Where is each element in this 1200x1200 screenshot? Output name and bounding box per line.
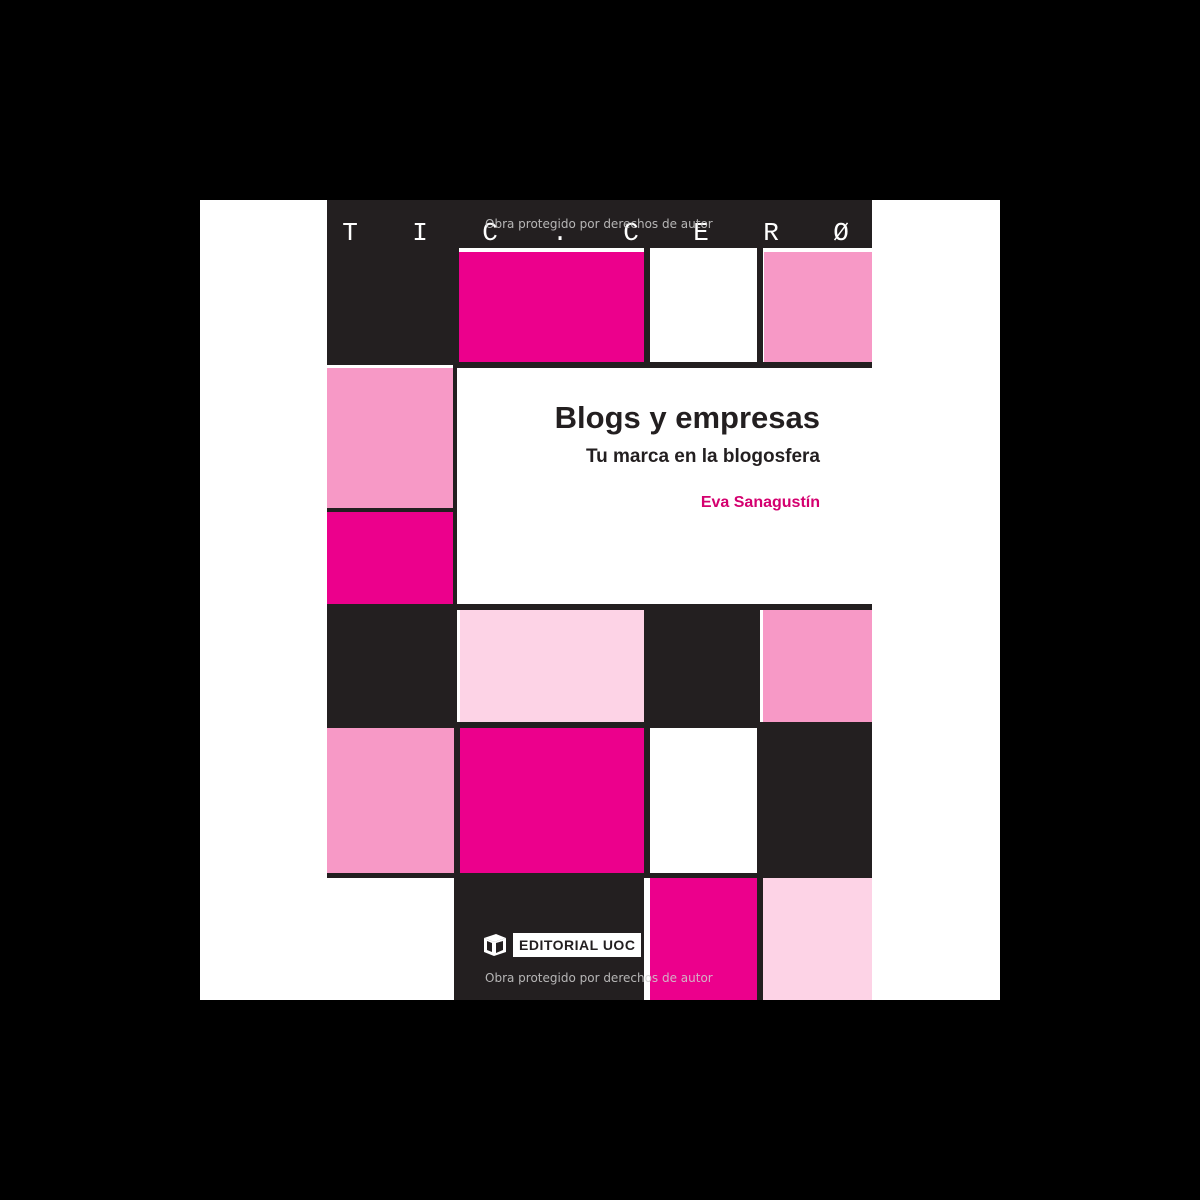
series-letter: T [342,218,358,248]
book-title: Blogs y empresas [554,400,820,435]
series-letter: Ø [833,218,849,248]
tile-pink [764,252,872,362]
series-letter: I [412,218,428,248]
tile-black [327,610,457,725]
tile-black [650,610,760,725]
series-header: T I C . C E R Ø Obra protegido por derec… [327,200,872,248]
tile-black [763,725,872,873]
watermark-bottom: Obra protegido por derechos de autor [485,971,713,985]
book-cover: T I C . C E R Ø Obra protegido por derec… [327,200,872,1000]
series-letter: R [763,218,779,248]
watermark-top: Obra protegido por derechos de autor [485,217,713,231]
publisher-logo: EDITORIAL UOC [481,930,642,960]
book-author: Eva Sanagustín [700,494,820,511]
tile-divider [457,248,459,365]
tile-light-pink [460,610,644,722]
tile-pink [327,728,454,873]
publisher-name: EDITORIAL UOC [513,933,642,957]
tile-white [650,728,757,873]
tile-pink [327,368,453,508]
tile-white [651,252,757,362]
tile-white [327,878,454,1000]
tile-light-pink [763,878,872,1000]
tile-magenta [459,252,644,362]
publisher-box-icon [484,934,506,956]
tile-divider [757,248,763,365]
tile-divider [644,248,650,365]
book-subtitle: Tu marca en la blogosfera [585,446,820,467]
tile-magenta [327,512,453,604]
tile-magenta [460,728,644,873]
tile-black [327,248,457,365]
tile-pink [763,610,872,722]
